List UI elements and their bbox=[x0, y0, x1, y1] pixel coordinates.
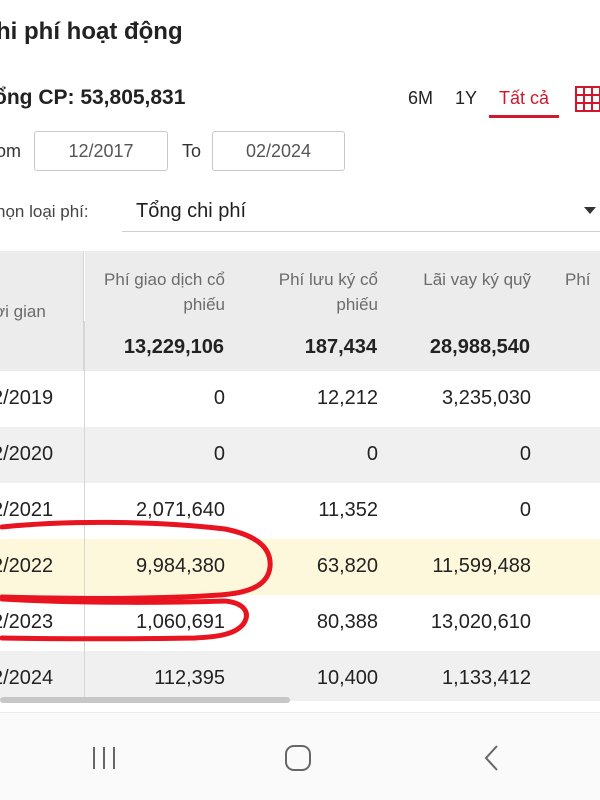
fee-type-value: Tổng chi phí bbox=[136, 200, 247, 222]
header-stock-trading-fee: Phí giao dịch cổ phiếu bbox=[104, 270, 225, 314]
row-custody-fee: 12,212 bbox=[316, 387, 378, 409]
row-stock-trading-fee: 9,984,380 bbox=[136, 555, 225, 577]
column-divider bbox=[84, 321, 85, 701]
from-date-input[interactable]: 12/2017 bbox=[34, 131, 168, 171]
period-6m[interactable]: 6M bbox=[408, 84, 433, 113]
system-navigation-bar bbox=[0, 712, 600, 800]
row-margin-interest: 3,235,030 bbox=[442, 387, 531, 409]
row-stock-trading-fee: 0 bbox=[213, 387, 225, 409]
recent-apps-icon[interactable] bbox=[84, 743, 124, 773]
table-row: 2/2024 112,395 10,400 1,133,412 bbox=[0, 651, 600, 701]
row-margin-interest: 13,020,610 bbox=[430, 611, 531, 633]
period-1y[interactable]: 1Y bbox=[455, 84, 477, 113]
date-range: om 12/2017 To 02/2024 bbox=[0, 131, 600, 171]
home-icon[interactable] bbox=[278, 743, 318, 773]
table-row: 2/2023 1,060,691 80,388 13,020,610 bbox=[0, 595, 600, 651]
to-label: To bbox=[182, 141, 202, 161]
row-margin-interest: 0 bbox=[519, 443, 531, 465]
fee-type-select[interactable]: Tổng chi phí bbox=[122, 190, 600, 232]
row-time: 2/2020 bbox=[0, 443, 54, 465]
table-row-highlighted: 2/2022 9,984,380 63,820 11,599,488 bbox=[0, 539, 600, 595]
header-margin-interest: Lãi vay ký quỹ bbox=[423, 270, 531, 289]
totals-row: 13,229,106 187,434 28,988,540 bbox=[84, 321, 600, 371]
row-custody-fee: 11,352 bbox=[318, 499, 378, 521]
row-time: 2/2024 bbox=[0, 667, 54, 689]
table-view-icon[interactable] bbox=[575, 86, 600, 112]
total-stock-trading-fee: 13,229,106 bbox=[123, 336, 224, 358]
chevron-down-icon bbox=[584, 207, 596, 214]
row-margin-interest: 1,133,412 bbox=[442, 667, 531, 689]
period-all[interactable]: Tất cả bbox=[489, 84, 560, 118]
back-icon[interactable] bbox=[472, 743, 512, 773]
row-time: 2/2019 bbox=[0, 387, 54, 409]
table-row: 2/2020 0 0 0 bbox=[0, 427, 600, 483]
row-time: 2/2023 bbox=[0, 611, 54, 633]
row-custody-fee: 63,820 bbox=[316, 555, 378, 577]
table-row: 2/2019 0 12,212 3,235,030 bbox=[0, 371, 600, 427]
to-date-input[interactable]: 02/2024 bbox=[212, 131, 345, 171]
header-custody-fee: Phí lưu ký cổ phiếu bbox=[278, 270, 378, 314]
row-stock-trading-fee: 0 bbox=[213, 443, 225, 465]
header-fee-more: Phí bbox=[565, 270, 591, 289]
table-row: 2/2021 2,071,640 11,352 0 bbox=[0, 483, 600, 539]
row-time: 2/2021 bbox=[0, 499, 54, 521]
total-margin-interest: 28,988,540 bbox=[429, 336, 530, 358]
row-custody-fee: 80,388 bbox=[316, 611, 378, 633]
period-tabs: 6M 1Y Tất cả bbox=[408, 84, 573, 118]
page-title: hi phí hoạt động bbox=[0, 18, 183, 45]
time-header-cell: ời gian bbox=[0, 251, 84, 371]
row-custody-fee: 10,400 bbox=[316, 667, 378, 689]
total-cost: ổng CP: 53,805,831 bbox=[0, 86, 186, 109]
row-time: 2/2022 bbox=[0, 555, 54, 577]
total-custody-fee: 187,434 bbox=[304, 336, 377, 358]
table-header: Phí giao dịch cổ phiếu Phí lưu ký cổ phi… bbox=[85, 251, 600, 321]
row-stock-trading-fee: 112,395 bbox=[154, 667, 225, 689]
row-stock-trading-fee: 1,060,691 bbox=[136, 611, 225, 633]
row-margin-interest: 11,599,488 bbox=[432, 555, 531, 577]
row-custody-fee: 0 bbox=[366, 443, 378, 465]
row-margin-interest: 0 bbox=[519, 499, 531, 521]
cost-table: ời gian Phí giao dịch cổ phiếu Phí lưu k… bbox=[0, 251, 600, 701]
from-label: om bbox=[0, 141, 22, 161]
row-stock-trading-fee: 2,071,640 bbox=[136, 499, 225, 521]
horizontal-scrollbar[interactable] bbox=[0, 697, 290, 703]
fee-type-label: họn loại phí: bbox=[0, 202, 89, 221]
header-time: ời gian bbox=[0, 302, 46, 321]
